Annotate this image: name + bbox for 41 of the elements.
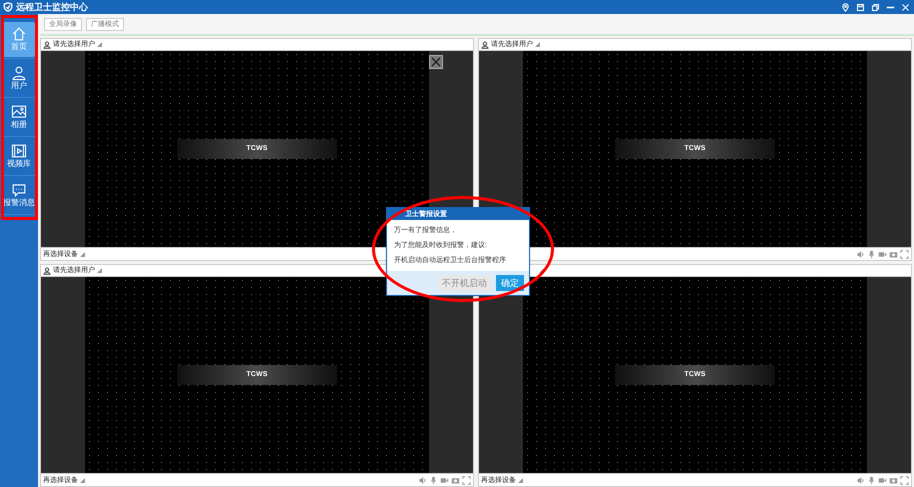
home-icon [11,26,27,42]
window-title: 远程卫士监控中心 [16,2,88,12]
camera-button[interactable] [889,476,898,484]
dialog-button[interactable]: 确定 [496,275,524,291]
resize-grip-icon [80,252,85,256]
resize-grip-icon [80,478,85,482]
user-icon [43,266,51,274]
fullscreen-button[interactable] [900,476,909,484]
pin-icon[interactable] [840,2,850,12]
user-icon [11,65,27,81]
shield-icon [3,2,13,12]
camera-button[interactable] [889,250,898,258]
fullscreen-button[interactable] [462,476,471,484]
sidebar-item[interactable]: 视频库 [0,137,38,176]
video-camera-button[interactable] [440,476,449,484]
close-button[interactable] [429,55,443,69]
camera-button[interactable] [451,476,460,484]
speaker-button[interactable] [856,476,865,484]
close-icon[interactable] [900,2,910,12]
resize-grip-icon [97,42,102,47]
resize-grip-icon [97,268,102,273]
film-icon [11,143,27,159]
sidebar-item[interactable]: 相册 [0,98,38,137]
user-icon [43,40,51,48]
resize-grip-icon [535,42,540,47]
image-icon [11,104,27,120]
sidebar-item[interactable]: 用户 [0,59,38,98]
video-camera-button[interactable] [878,250,887,258]
user-icon [481,40,489,48]
save-icon[interactable] [856,2,864,12]
restore-icon[interactable] [870,2,880,12]
resize-grip-icon [539,268,544,273]
chat-icon [11,182,27,198]
fullscreen-button[interactable] [900,250,909,258]
speaker-button[interactable] [856,250,865,258]
microphone-button[interactable] [867,250,876,258]
microphone-button[interactable] [867,476,876,484]
resize-grip-icon [518,478,523,482]
video-camera-button[interactable] [878,476,887,484]
speaker-button[interactable] [418,476,427,484]
microphone-button[interactable] [429,476,438,484]
